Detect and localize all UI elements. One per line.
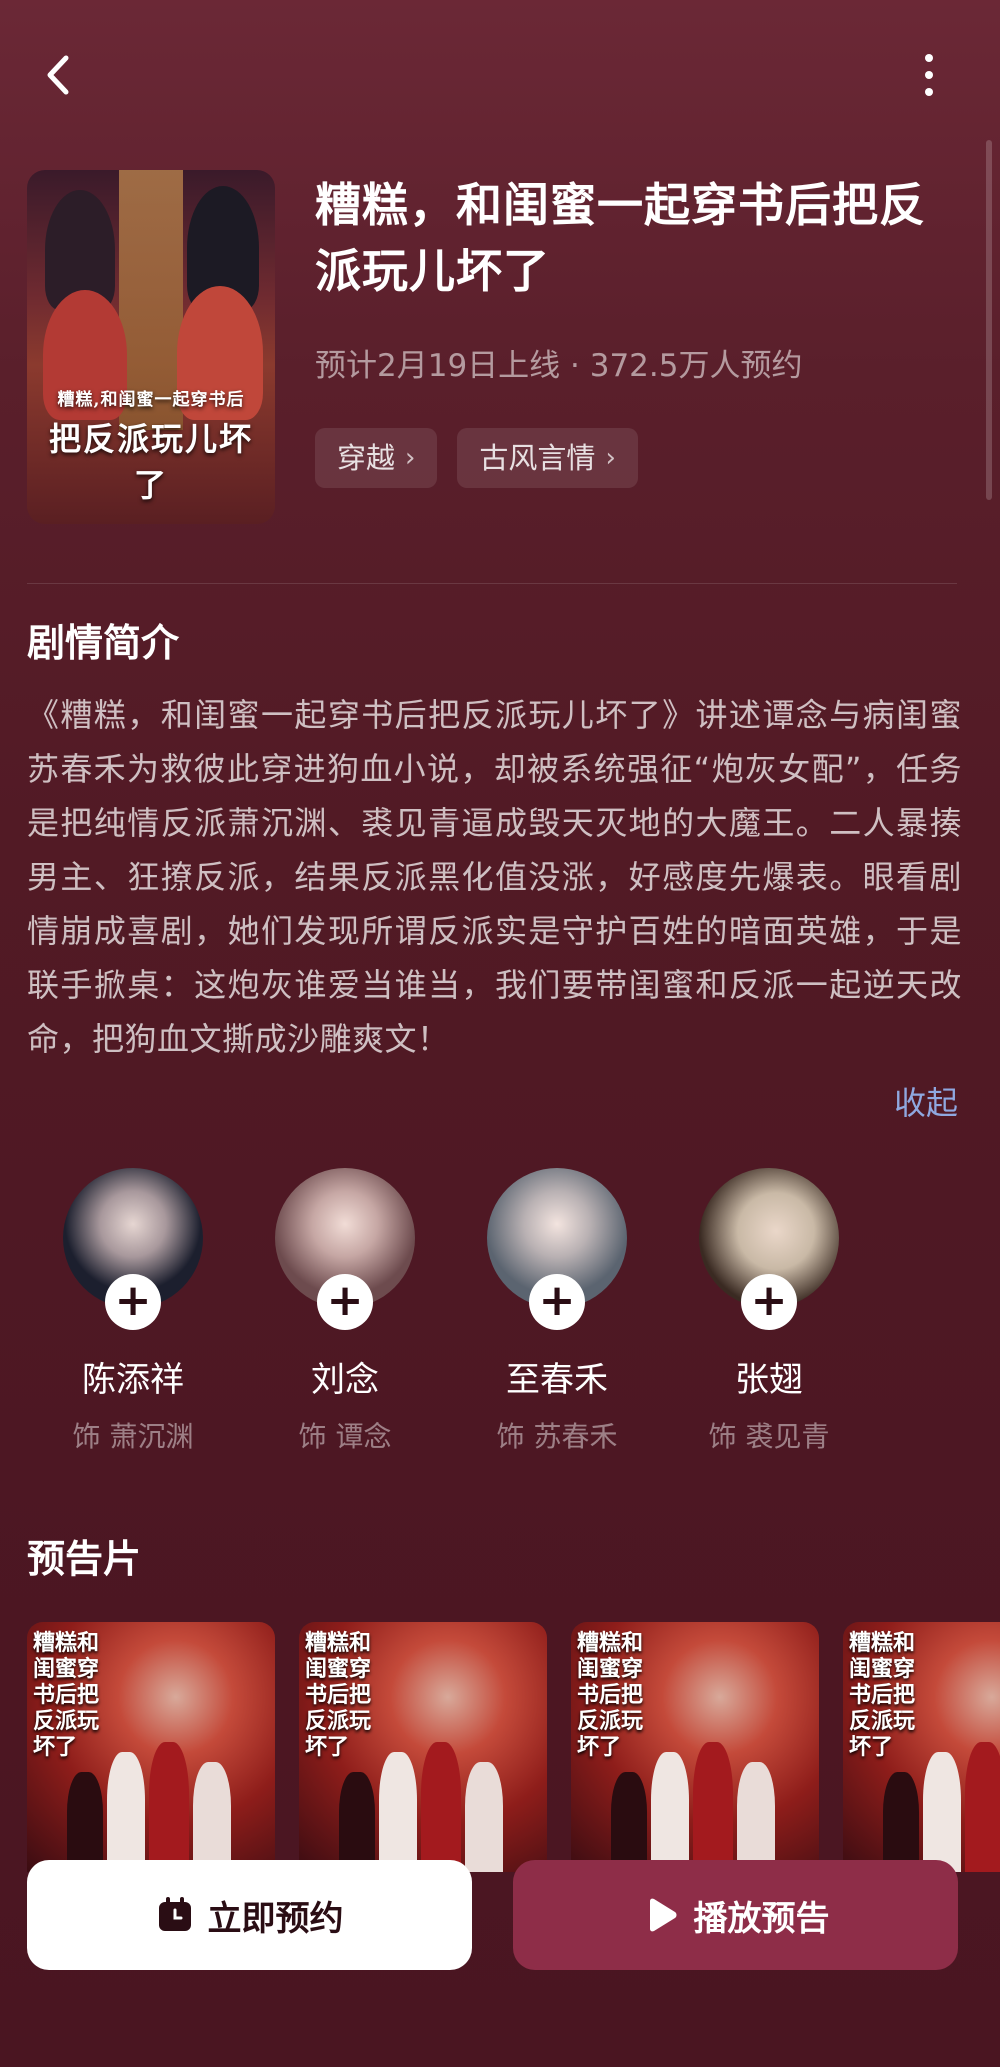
trailer-figures	[57, 1742, 247, 1872]
trailer-figures	[873, 1742, 1000, 1872]
calendar-clock-icon	[158, 1897, 191, 1931]
cast-name: 刘念	[311, 1360, 379, 1400]
cast-member[interactable]: + 张翅 饰 裘见青	[663, 1168, 875, 1455]
trailer-thumbnail[interactable]: 糟糕和闺蜜穿书后把反派玩坏了	[843, 1622, 1000, 1872]
trailer-art-text: 糟糕和闺蜜穿书后把反派玩坏了	[849, 1630, 916, 1760]
chevron-left-icon	[47, 55, 69, 95]
trailers-heading: 预告片	[27, 1537, 142, 1581]
poster-title-line1: 糟糕,和闺蜜一起穿书后	[57, 390, 245, 410]
follow-button[interactable]: +	[741, 1274, 797, 1330]
reserve-label: 立即预约	[207, 1898, 344, 1939]
trailer-art-text: 糟糕和闺蜜穿书后把反派玩坏了	[33, 1630, 100, 1760]
trailer-thumbnail[interactable]: 糟糕和闺蜜穿书后把反派玩坏了	[299, 1622, 547, 1872]
cast-name: 至春禾	[506, 1360, 608, 1400]
trailer-thumbnail[interactable]: 糟糕和闺蜜穿书后把反派玩坏了	[571, 1622, 819, 1872]
play-trailer-button[interactable]: 播放预告	[513, 1860, 958, 1970]
collapse-link[interactable]: 收起	[894, 1078, 958, 1124]
trailer-art-text: 糟糕和闺蜜穿书后把反派玩坏了	[305, 1630, 372, 1760]
avatar: +	[487, 1168, 627, 1330]
trailer-figures	[329, 1742, 519, 1872]
poster-title-art: 糟糕,和闺蜜一起穿书后 把反派玩儿坏了	[37, 385, 265, 506]
more-button[interactable]	[914, 50, 944, 100]
tag-chip[interactable]: 穿越 ›	[315, 428, 438, 488]
avatar: +	[275, 1168, 415, 1330]
drama-poster[interactable]: 糟糕,和闺蜜一起穿书后 把反派玩儿坏了	[27, 170, 275, 524]
tag-label: 古风言情	[479, 441, 596, 475]
release-meta: 预计2月19日上线 · 372.5万人预约	[315, 348, 803, 384]
scrollbar[interactable]	[986, 140, 992, 500]
cast-member[interactable]: + 刘念 饰 谭念	[239, 1168, 451, 1455]
cast-name: 陈添祥	[82, 1360, 184, 1400]
back-button[interactable]	[36, 50, 86, 100]
trailer-thumbnail[interactable]: 糟糕和闺蜜穿书后把反派玩坏了	[27, 1622, 275, 1872]
divider	[27, 583, 957, 584]
follow-button[interactable]: +	[317, 1274, 373, 1330]
chevron-right-icon: ›	[605, 443, 616, 473]
cast-member[interactable]: + 至春禾 饰 苏春禾	[451, 1168, 663, 1455]
play-label: 播放预告	[693, 1898, 830, 1939]
top-bar	[0, 0, 1000, 150]
chevron-right-icon: ›	[405, 443, 416, 473]
cast-member[interactable]: + 陈添祥 饰 萧沉渊	[27, 1168, 239, 1455]
cast-list: + 陈添祥 饰 萧沉渊 + 刘念 饰 谭念 + 至春禾 饰 苏春禾 + 张翅 饰…	[27, 1168, 875, 1455]
cast-role: 饰 苏春禾	[496, 1420, 618, 1453]
cast-name: 张翅	[735, 1360, 803, 1400]
avatar: +	[699, 1168, 839, 1330]
bottom-action-bar: 立即预约 播放预告	[0, 1860, 1000, 2000]
avatar: +	[63, 1168, 203, 1330]
tag-label: 穿越	[337, 441, 396, 475]
trailer-figures	[601, 1742, 791, 1872]
cast-role: 饰 谭念	[298, 1420, 392, 1453]
follow-button[interactable]: +	[105, 1274, 161, 1330]
more-vertical-icon	[925, 54, 933, 96]
reserve-button[interactable]: 立即预约	[27, 1860, 472, 1970]
follow-button[interactable]: +	[529, 1274, 585, 1330]
trailer-list[interactable]: 糟糕和闺蜜穿书后把反派玩坏了 糟糕和闺蜜穿书后把反派玩坏了 糟糕和闺蜜穿书后把反…	[27, 1622, 1000, 1872]
tag-chip[interactable]: 古风言情 ›	[457, 428, 638, 488]
trailer-art-text: 糟糕和闺蜜穿书后把反派玩坏了	[577, 1630, 644, 1760]
genre-tags: 穿越 › 古风言情 ›	[315, 428, 638, 488]
cast-role: 饰 萧沉渊	[72, 1420, 194, 1453]
play-icon	[649, 1898, 676, 1932]
synopsis-heading: 剧情简介	[27, 621, 180, 665]
synopsis-text: 《糟糕，和闺蜜一起穿书后把反派玩儿坏了》讲述谭念与病闺蜜苏春禾为救彼此穿进狗血小…	[27, 696, 962, 1058]
poster-title-line2: 把反派玩儿坏了	[48, 420, 253, 504]
drama-title: 糟糕，和闺蜜一起穿书后把反派玩儿坏了	[315, 178, 926, 298]
cast-role: 饰 裘见青	[708, 1420, 830, 1453]
